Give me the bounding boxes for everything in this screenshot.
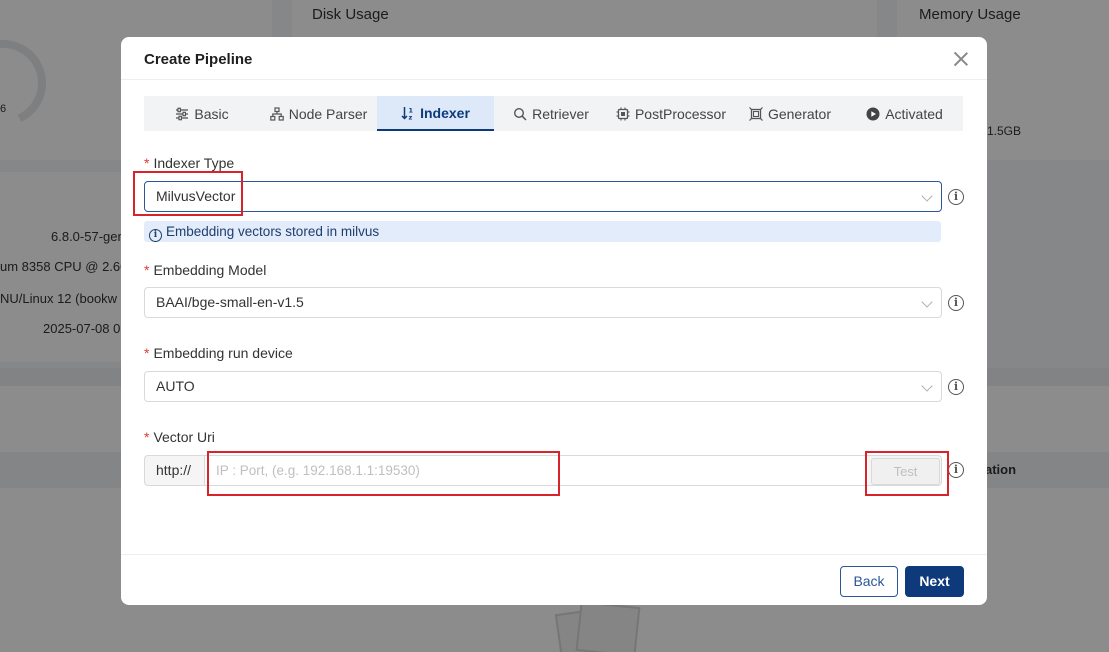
close-icon[interactable] [953,51,969,67]
pipeline-steps-tabs: Basic Node Parser 1z Indexer Retriever P… [144,96,963,131]
info-icon[interactable]: i [948,462,964,478]
tab-indexer[interactable]: 1z Indexer [377,96,494,131]
tab-node-parser[interactable]: Node Parser [260,96,377,131]
indexer-type-select[interactable]: MilvusVector [144,181,942,212]
create-pipeline-dialog: Create Pipeline Basic Node Parser 1z Ind… [121,37,987,605]
search-icon [513,107,527,121]
tab-label: Generator [767,105,832,122]
indexer-type-value: MilvusVector [156,188,236,204]
tab-retriever[interactable]: Retriever [494,96,608,131]
embedding-model-select[interactable]: BAAI/bge-small-en-v1.5 [144,287,942,318]
tab-basic[interactable]: Basic [144,96,260,131]
chevron-down-icon [921,380,933,392]
tab-activated[interactable]: Activated [846,96,963,131]
chip-icon [616,107,630,121]
required-asterisk: * [144,429,150,445]
next-button[interactable]: Next [905,566,964,597]
embedding-device-label: * Embedding run device [144,345,293,361]
hierarchy-icon [269,106,284,121]
chevron-down-icon [921,190,933,202]
dialog-title: Create Pipeline [144,51,253,68]
indexer-type-hint: i Embedding vectors stored in milvus [144,221,941,242]
info-icon[interactable]: i [948,379,964,395]
sort-icon: 1z [401,106,415,120]
vector-uri-input[interactable] [204,455,869,486]
uri-suffix-addon: Test [868,455,942,486]
vector-uri-group: http:// Test [144,455,942,486]
chevron-down-icon [921,296,933,308]
required-asterisk: * [144,345,150,361]
tab-postprocessor[interactable]: PostProcessor [608,96,734,131]
frame-icon [749,106,763,121]
dialog-header: Create Pipeline [121,37,987,80]
tab-label: Basic [194,105,229,122]
required-asterisk: * [144,262,150,278]
embedding-model-value: BAAI/bge-small-en-v1.5 [156,294,304,310]
svg-text:z: z [409,113,413,120]
tab-label: Indexer [420,104,470,121]
tab-label: Node Parser [288,105,368,122]
info-icon[interactable]: i [948,295,964,311]
indexer-type-label: * Indexer Type [144,155,235,171]
info-icon: i [149,229,162,242]
tab-label: Retriever [532,105,589,122]
tab-label: Activated [885,105,943,122]
dialog-footer-divider [121,554,987,555]
play-circle-icon [866,107,880,121]
tab-label: PostProcessor [634,105,727,122]
tab-generator[interactable]: Generator [734,96,846,131]
uri-protocol-prefix: http:// [144,455,204,486]
back-button[interactable]: Back [840,566,898,597]
vector-uri-label: * Vector Uri [144,429,215,445]
test-connection-button[interactable]: Test [871,458,940,485]
sliders-icon [175,107,189,121]
required-asterisk: * [144,155,150,171]
embedding-device-value: AUTO [156,378,195,394]
embedding-device-select[interactable]: AUTO [144,371,942,402]
info-icon[interactable]: i [948,189,964,205]
embedding-model-label: * Embedding Model [144,262,267,278]
